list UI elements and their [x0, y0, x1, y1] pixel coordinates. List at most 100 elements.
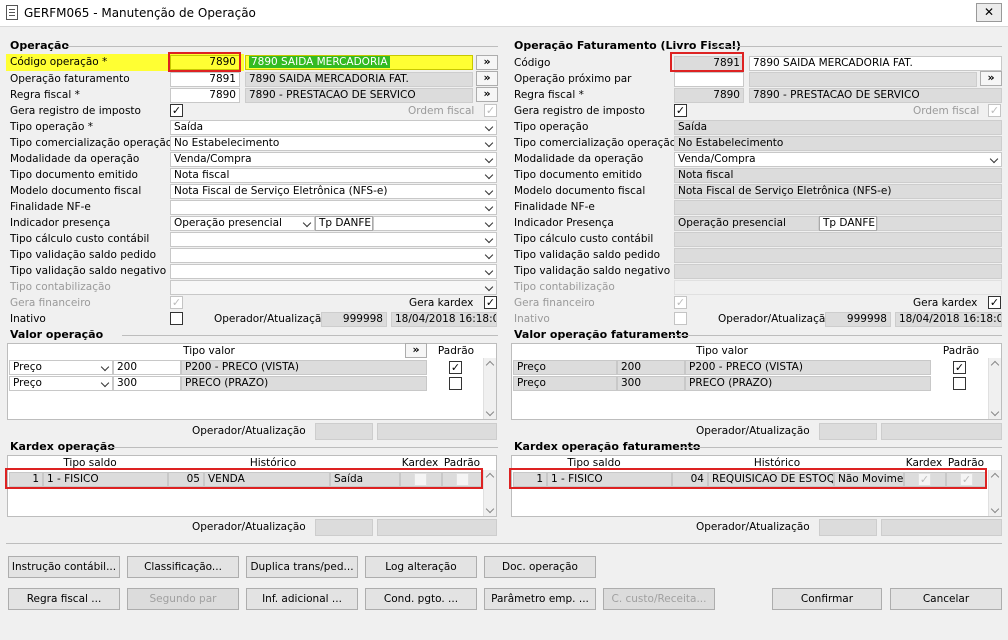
contabilizacao-label: Tipo contabilização: [10, 281, 111, 293]
indicador-presenca-value: Operação presencial: [674, 216, 819, 231]
centro-custo-button[interactable]: C. custo/Receita...: [603, 588, 715, 610]
inativo-checkbox[interactable]: [170, 312, 183, 325]
doc-operacao-button[interactable]: Doc. operação: [484, 556, 596, 578]
valor-more-button[interactable]: »: [405, 343, 427, 358]
tipo-operacao-select[interactable]: Saída: [170, 120, 497, 135]
codigo-operacao-label: Código operação *: [10, 56, 108, 68]
gera-registro-checkbox[interactable]: ✓: [170, 104, 183, 117]
modalidade-select[interactable]: Venda/Compra: [674, 152, 1002, 167]
validacao-pedido-select[interactable]: [170, 248, 497, 263]
kardex-header: Kardex: [905, 457, 943, 469]
divider: [106, 447, 498, 448]
kardex-scrollbar[interactable]: [483, 470, 496, 516]
indicador-presenca-select[interactable]: Operação presencial: [170, 216, 315, 231]
codigo-operacao-lookup-button[interactable]: »: [476, 55, 498, 70]
calculo-custo-label: Tipo cálculo custo contábil: [10, 233, 150, 245]
operacao-proximo-par-desc: [749, 72, 977, 87]
kardex-historico-codigo: 04: [672, 472, 708, 487]
modelo-documento-select[interactable]: Nota Fiscal de Serviço Eletrônica (NFS-e…: [170, 184, 497, 199]
inf-adicional-button[interactable]: Inf. adicional ...: [246, 588, 358, 610]
valor-padrao-checkbox[interactable]: [953, 377, 966, 390]
divider: [66, 46, 498, 47]
log-alteracao-button[interactable]: Log alteração: [365, 556, 477, 578]
validacao-negativo-select[interactable]: [170, 264, 497, 279]
section-valor-operacao-faturamento: Valor operação faturamento: [514, 328, 689, 341]
close-button[interactable]: ✕: [976, 3, 1002, 22]
valor-scrollbar[interactable]: [988, 358, 1001, 419]
kardex-data-value: [881, 519, 1002, 536]
contabilizacao-select[interactable]: [170, 280, 497, 295]
gera-registro-label: Gera registro de imposto: [514, 105, 645, 117]
kardex-data-value: [377, 519, 497, 536]
valor-padrao-checkbox[interactable]: ✓: [449, 361, 462, 374]
calculo-custo-value: [674, 232, 1002, 247]
kardex-scrollbar[interactable]: [988, 470, 1001, 516]
valor-tipo-select[interactable]: Preço: [9, 376, 113, 391]
kardex-padrao-checkbox[interactable]: [456, 473, 469, 486]
operacao-faturamento-input[interactable]: 7891: [170, 72, 240, 87]
valor-padrao-checkbox[interactable]: [449, 377, 462, 390]
gera-registro-checkbox[interactable]: ✓: [674, 104, 687, 117]
valor-codigo[interactable]: 300: [113, 376, 181, 391]
cond-pgto-button[interactable]: Cond. pgto. ...: [365, 588, 477, 610]
regra-fiscal-input[interactable]: 7890: [170, 88, 240, 103]
divider: [122, 335, 498, 336]
gera-registro-label: Gera registro de imposto: [10, 105, 141, 117]
confirmar-button[interactable]: Confirmar: [772, 588, 882, 610]
divider: [670, 335, 1002, 336]
historico-header: Histórico: [249, 457, 297, 469]
valor-padrao-checkbox[interactable]: ✓: [953, 361, 966, 374]
instrucao-contabil-button[interactable]: Instrução contábil...: [8, 556, 120, 578]
calculo-custo-select[interactable]: [170, 232, 497, 247]
codigo-operacao-desc: 7890 SAIDA MERCADORIA: [245, 55, 473, 70]
kardex-checkbox[interactable]: ✓: [918, 473, 931, 486]
valor-operador-value: [315, 423, 373, 440]
kardex-checkbox[interactable]: [414, 473, 427, 486]
modalidade-select[interactable]: Venda/Compra: [170, 152, 497, 167]
codigo-operacao-input[interactable]: 7890: [170, 55, 240, 70]
valor-descricao: PRECO (PRAZO): [181, 376, 427, 391]
tipo-documento-select[interactable]: Nota fiscal: [170, 168, 497, 183]
ordem-fiscal-checkbox[interactable]: ✓: [484, 104, 497, 117]
ordem-fiscal-checkbox[interactable]: ✓: [988, 104, 1001, 117]
segundo-par-button[interactable]: Segundo par: [127, 588, 239, 610]
classificacao-button[interactable]: Classificação...: [127, 556, 239, 578]
duplica-button[interactable]: Duplica trans/ped...: [246, 556, 358, 578]
finalidade-select[interactable]: [170, 200, 497, 215]
cancelar-button[interactable]: Cancelar: [890, 588, 1002, 610]
atualizacao-value: 18/04/2018 16:18:08: [895, 312, 1002, 327]
inativo-label: Inativo: [10, 313, 46, 325]
kardex-padrao-checkbox[interactable]: ✓: [960, 473, 973, 486]
operacao-faturamento-label: Operação faturamento: [10, 73, 130, 85]
regra-fiscal-button[interactable]: Regra fiscal ...: [8, 588, 120, 610]
operacao-proximo-par-input[interactable]: [674, 72, 744, 87]
operacao-proximo-par-lookup-button[interactable]: »: [980, 71, 1002, 86]
modalidade-label: Modalidade da operação: [10, 153, 140, 165]
tipo-comercializacao-label: Tipo comercialização operação: [514, 137, 677, 149]
padrao-header: Padrão: [437, 345, 475, 357]
kardex-movimento: Saída: [330, 472, 400, 487]
tp-danfe-select[interactable]: [373, 216, 497, 231]
gera-kardex-checkbox[interactable]: ✓: [988, 296, 1001, 309]
tipo-comercializacao-select[interactable]: No Estabelecimento: [170, 136, 497, 151]
valor-descricao: P200 - PRECO (VISTA): [685, 360, 931, 375]
kardex-seq: 1: [9, 472, 43, 487]
kardex-operador-label: Operador/Atualização: [696, 521, 810, 533]
validacao-negativo-label: Tipo validação saldo negativo: [514, 265, 671, 277]
parametro-emp-button[interactable]: Parâmetro emp. ...: [484, 588, 596, 610]
kardex-tipo-saldo: 1 - FISICO: [43, 472, 168, 487]
gera-kardex-checkbox[interactable]: ✓: [484, 296, 497, 309]
tp-danfe-label: Tp DANFE: [315, 216, 373, 231]
inativo-checkbox[interactable]: [674, 312, 687, 325]
regra-fiscal-lookup-button[interactable]: »: [476, 87, 498, 102]
gera-financeiro-checkbox[interactable]: ✓: [170, 296, 183, 309]
kardex-historico: REQUISICAO DE ESTOQU: [708, 472, 834, 487]
valor-descricao: PRECO (PRAZO): [685, 376, 931, 391]
kardex-operador-value: [819, 519, 877, 536]
kardex-padrao-header: Padrão: [443, 457, 481, 469]
valor-tipo-select[interactable]: Preço: [9, 360, 113, 375]
gera-financeiro-checkbox[interactable]: ✓: [674, 296, 687, 309]
operacao-faturamento-lookup-button[interactable]: »: [476, 71, 498, 86]
valor-scrollbar[interactable]: [483, 358, 496, 419]
valor-codigo[interactable]: 200: [113, 360, 181, 375]
